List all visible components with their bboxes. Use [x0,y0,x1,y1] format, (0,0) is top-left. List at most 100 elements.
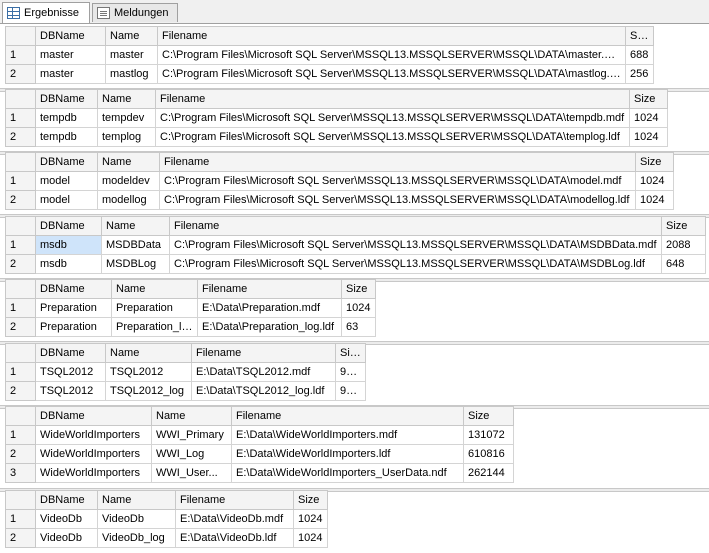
table-row[interactable]: 1 VideoDb VideoDb E:\Data\VideoDb.mdf 1024 [5,509,328,529]
column-header-dbname[interactable]: DBName [35,490,98,510]
cell-name[interactable]: WWI_Log [151,444,232,464]
tab-messages[interactable]: Meldungen [92,3,178,22]
cell-name[interactable]: templog [97,127,156,147]
grid-corner-cell[interactable] [5,216,36,236]
row-number[interactable]: 2 [5,528,36,548]
result-grid[interactable]: DBName Name Filename Size 1 VideoDb VideoDb E:\… [5,490,328,548]
table-row[interactable]: 1 TSQL2012 TSQL2012 E:\Data\TSQL2012.mdf 921… [5,362,366,382]
cell-dbname[interactable]: WideWorldImporters [35,463,152,483]
cell-name[interactable]: modeldev [97,171,160,191]
cell-dbname[interactable]: tempdb [35,108,98,128]
column-header-filename[interactable]: Filename [175,490,294,510]
column-header-size[interactable]: Size [341,279,376,299]
row-number[interactable]: 2 [5,381,36,401]
column-header-filename[interactable]: Filename [157,26,626,46]
column-header-filename[interactable]: Filename [155,89,630,109]
tab-results[interactable]: Ergebnisse [2,2,90,23]
row-number[interactable]: 2 [5,64,36,84]
cell-filename[interactable]: C:\Program Files\Microsoft SQL Server\MS… [155,127,630,147]
cell-name[interactable]: WWI_Primary [151,425,232,445]
cell-name[interactable]: modellog [97,190,160,210]
cell-dbname[interactable]: VideoDb [35,509,98,529]
table-row[interactable]: 3 WideWorldImporters WWI_User... E:\Data\Wi… [5,463,514,483]
column-header-filename[interactable]: Filename [191,343,336,363]
cell-filename[interactable]: E:\Data\Preparation.mdf [197,298,342,318]
result-grid[interactable]: DBName Name Filename Size 1 msdb MSDBData C:\Pr… [5,216,706,274]
row-number[interactable]: 1 [5,235,36,255]
cell-dbname[interactable]: Preparation [35,317,112,337]
cell-dbname[interactable]: VideoDb [35,528,98,548]
row-number[interactable]: 2 [5,127,36,147]
grid-corner-cell[interactable] [5,152,36,172]
cell-filename[interactable]: E:\Data\TSQL2012_log.ldf [191,381,336,401]
cell-size[interactable]: 1024 [629,108,668,128]
table-row[interactable]: 1 model modeldev C:\Program Files\Microsoft… [5,171,674,191]
cell-size[interactable]: 648 [661,254,706,274]
cell-size[interactable]: 9216 [335,362,366,382]
cell-size[interactable]: 131072 [463,425,514,445]
table-row[interactable]: 2 tempdb templog C:\Program Files\Microsoft… [5,127,668,147]
column-header-dbname[interactable]: DBName [35,279,112,299]
cell-dbname[interactable]: msdb [35,235,102,255]
cell-name[interactable]: VideoDb [97,509,176,529]
cell-filename[interactable]: E:\Data\VideoDb.mdf [175,509,294,529]
cell-dbname[interactable]: model [35,171,98,191]
row-number[interactable]: 1 [5,298,36,318]
row-number[interactable]: 2 [5,254,36,274]
column-header-dbname[interactable]: DBName [35,216,102,236]
cell-size[interactable]: 256 [625,64,654,84]
row-number[interactable]: 1 [5,509,36,529]
cell-name[interactable]: master [105,45,158,65]
column-header-dbname[interactable]: DBName [35,406,152,426]
cell-filename[interactable]: E:\Data\WideWorldImporters.ldf [231,444,464,464]
grid-corner-cell[interactable] [5,490,36,510]
cell-size[interactable]: 1024 [341,298,376,318]
cell-dbname[interactable]: WideWorldImporters [35,444,152,464]
cell-filename[interactable]: C:\Program Files\Microsoft SQL Server\MS… [169,254,662,274]
cell-filename[interactable]: C:\Program Files\Microsoft SQL Server\MS… [159,171,636,191]
column-header-filename[interactable]: Filename [231,406,464,426]
column-header-name[interactable]: Name [105,26,158,46]
column-header-filename[interactable]: Filename [169,216,662,236]
cell-name[interactable]: mastlog [105,64,158,84]
cell-size[interactable]: 262144 [463,463,514,483]
cell-dbname[interactable]: master [35,45,106,65]
row-number[interactable]: 1 [5,362,36,382]
cell-dbname[interactable]: WideWorldImporters [35,425,152,445]
table-row[interactable]: 2 model modellog C:\Program Files\Microsoft… [5,190,674,210]
cell-filename[interactable]: E:\Data\TSQL2012.mdf [191,362,336,382]
table-row[interactable]: 1 tempdb tempdev C:\Program Files\Microsoft… [5,108,668,128]
column-header-size[interactable]: Size [463,406,514,426]
cell-size[interactable]: 1024 [629,127,668,147]
cell-dbname[interactable]: Preparation [35,298,112,318]
cell-name[interactable]: Preparation_log [111,317,198,337]
column-header-name[interactable]: Name [105,343,192,363]
table-row[interactable]: 2 WideWorldImporters WWI_Log E:\Data\WideWo… [5,444,514,464]
row-number[interactable]: 1 [5,108,36,128]
grid-corner-cell[interactable] [5,26,36,46]
column-header-size[interactable]: Size [629,89,668,109]
cell-size[interactable]: 688 [625,45,654,65]
column-header-name[interactable]: Name [97,89,156,109]
cell-dbname[interactable]: model [35,190,98,210]
cell-size[interactable]: 2088 [661,235,706,255]
column-header-dbname[interactable]: DBName [35,343,106,363]
cell-name[interactable]: MSDBLog [101,254,170,274]
column-header-dbname[interactable]: DBName [35,26,106,46]
grid-corner-cell[interactable] [5,279,36,299]
table-row[interactable]: 2 master mastlog C:\Program Files\Microsoft… [5,64,654,84]
column-header-size[interactable]: Size [625,26,654,46]
row-number[interactable]: 1 [5,45,36,65]
cell-filename[interactable]: C:\Program Files\Microsoft SQL Server\MS… [157,64,626,84]
cell-name[interactable]: VideoDb_log [97,528,176,548]
column-header-name[interactable]: Name [151,406,232,426]
cell-size[interactable]: 1024 [293,509,328,529]
row-number[interactable]: 2 [5,317,36,337]
cell-filename[interactable]: E:\Data\WideWorldImporters_UserData.ndf [231,463,464,483]
column-header-size[interactable]: Size [335,343,366,363]
table-row[interactable]: 1 master master C:\Program Files\Microsoft … [5,45,654,65]
row-number[interactable]: 1 [5,425,36,445]
cell-filename[interactable]: C:\Program Files\Microsoft SQL Server\MS… [159,190,636,210]
cell-filename[interactable]: E:\Data\Preparation_log.ldf [197,317,342,337]
cell-name[interactable]: WWI_User... [151,463,232,483]
